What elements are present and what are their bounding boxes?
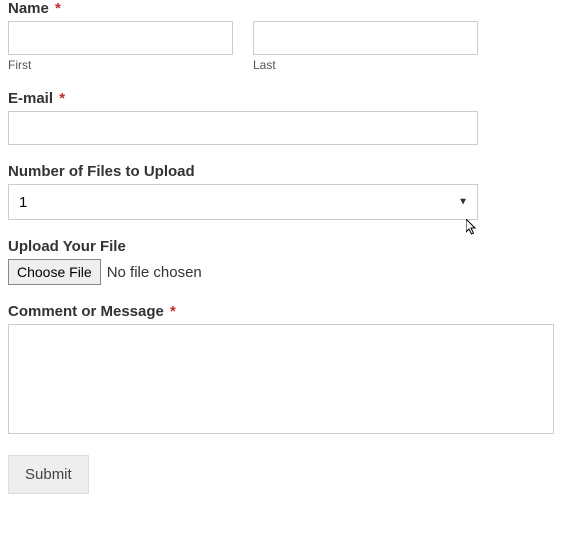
name-label-text: Name <box>8 0 49 17</box>
comment-label-text: Comment or Message <box>8 303 164 320</box>
comment-label: Comment or Message * <box>8 303 554 320</box>
file-status-text: No file chosen <box>107 264 202 281</box>
comment-textarea[interactable] <box>8 324 554 434</box>
name-label: Name * <box>8 0 554 17</box>
email-label: E-mail * <box>8 90 554 107</box>
last-sublabel: Last <box>253 58 478 72</box>
first-name-input[interactable] <box>8 21 233 55</box>
submit-button[interactable]: Submit <box>8 455 89 494</box>
email-label-text: E-mail <box>8 90 53 107</box>
first-sublabel: First <box>8 58 233 72</box>
required-asterisk: * <box>170 303 176 320</box>
last-name-input[interactable] <box>253 21 478 55</box>
required-asterisk: * <box>59 90 65 107</box>
choose-file-button[interactable]: Choose File <box>8 259 101 285</box>
numfiles-label: Number of Files to Upload <box>8 163 554 180</box>
required-asterisk: * <box>55 0 61 17</box>
email-input[interactable] <box>8 111 478 145</box>
numfiles-select[interactable]: 1 <box>8 184 478 220</box>
upload-label: Upload Your File <box>8 238 554 255</box>
cursor-icon <box>466 219 480 237</box>
